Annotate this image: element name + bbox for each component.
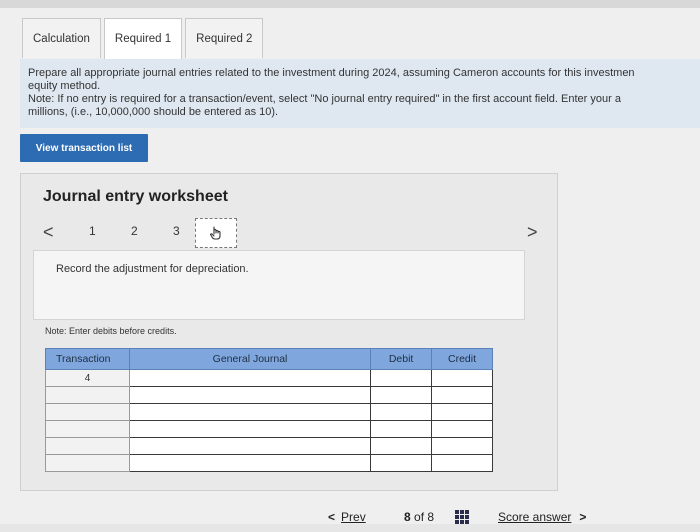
tab-required-2[interactable]: Required 2: [185, 18, 264, 58]
instructions-note-2: millions, (i.e., 10,000,000 should be en…: [28, 106, 279, 118]
pager-page-1[interactable]: 1: [89, 224, 96, 238]
credit-input[interactable]: [431, 403, 493, 421]
general-journal-input[interactable]: [128, 386, 372, 404]
question-counter: 8 of 8: [404, 510, 434, 524]
tab-calculation[interactable]: Calculation: [22, 18, 101, 58]
credit-input[interactable]: [431, 420, 493, 438]
debit-input[interactable]: [370, 420, 433, 438]
prev-label: Prev: [341, 510, 366, 524]
general-journal-input[interactable]: [128, 369, 372, 387]
pager-prev-icon[interactable]: <: [43, 222, 54, 243]
debit-input[interactable]: [370, 386, 433, 404]
header-transaction: Transaction: [45, 348, 130, 370]
table-row: [45, 386, 493, 404]
hand-pointer-icon: [209, 226, 221, 240]
journal-header-row: Transaction General Journal Debit Credit: [45, 348, 493, 370]
worksheet-title: Journal entry worksheet: [43, 188, 228, 205]
transaction-cell: [45, 386, 130, 404]
credit-input[interactable]: [431, 369, 493, 387]
page: Calculation Required 1 Required 2 Prepar…: [0, 8, 700, 524]
header-debit: Debit: [370, 348, 433, 370]
credit-input[interactable]: [431, 454, 493, 472]
instructions-panel: Prepare all appropriate journal entries …: [20, 59, 700, 128]
table-row: 4: [45, 369, 493, 387]
tab-bar: Calculation Required 1 Required 2: [22, 18, 266, 59]
counter-total: 8: [427, 510, 435, 524]
general-journal-input[interactable]: [128, 403, 372, 421]
chevron-left-icon: <: [328, 510, 336, 524]
counter-current: 8: [404, 510, 411, 524]
grid-icon[interactable]: [455, 510, 469, 524]
debit-input[interactable]: [370, 454, 433, 472]
pager-next-icon[interactable]: >: [527, 222, 538, 243]
tab-required-1[interactable]: Required 1: [103, 18, 183, 59]
credit-input[interactable]: [431, 437, 493, 455]
debits-note: Note: Enter debits before credits.: [45, 326, 177, 336]
transaction-cell: [45, 454, 130, 472]
journal-entry-worksheet: Journal entry worksheet < 1 2 3 > Record…: [20, 173, 558, 491]
general-journal-input[interactable]: [128, 420, 372, 438]
transaction-cell: [45, 420, 130, 438]
header-general-journal: General Journal: [128, 348, 372, 370]
chevron-right-icon: >: [579, 510, 587, 524]
instructions-note: Note: If no entry is required for a tran…: [28, 93, 621, 105]
instructions-line-2: equity method.: [28, 80, 101, 92]
transaction-description: Record the adjustment for depreciation.: [33, 250, 525, 320]
credit-input[interactable]: [431, 386, 493, 404]
table-row: [45, 420, 493, 438]
debit-input[interactable]: [370, 369, 433, 387]
worksheet-pager: < 1 2 3 >: [43, 216, 543, 250]
prev-button[interactable]: < Prev: [328, 510, 366, 524]
table-row: [45, 437, 493, 455]
journal-table: Transaction General Journal Debit Credit…: [45, 348, 493, 472]
score-answer-button[interactable]: Score answer >: [498, 510, 586, 524]
debit-input[interactable]: [370, 403, 433, 421]
top-strip: [0, 0, 700, 8]
pager-page-3[interactable]: 3: [173, 224, 180, 238]
view-transaction-list-button[interactable]: View transaction list: [20, 134, 148, 162]
footer-nav: < Prev 8 of 8 Score answer >: [0, 504, 700, 532]
transaction-description-text: Record the adjustment for depreciation.: [56, 263, 249, 275]
table-row: [45, 403, 493, 421]
general-journal-input[interactable]: [128, 454, 372, 472]
score-answer-label: Score answer: [498, 510, 572, 524]
table-row: [45, 454, 493, 472]
pager-current-page[interactable]: [195, 218, 237, 248]
debit-input[interactable]: [370, 437, 433, 455]
transaction-cell: 4: [45, 369, 130, 387]
general-journal-input[interactable]: [128, 437, 372, 455]
instructions-line-1: Prepare all appropriate journal entries …: [28, 67, 635, 79]
transaction-cell: [45, 403, 130, 421]
counter-of: of: [414, 510, 425, 524]
transaction-cell: [45, 437, 130, 455]
header-credit: Credit: [431, 348, 493, 370]
pager-page-2[interactable]: 2: [131, 224, 138, 238]
